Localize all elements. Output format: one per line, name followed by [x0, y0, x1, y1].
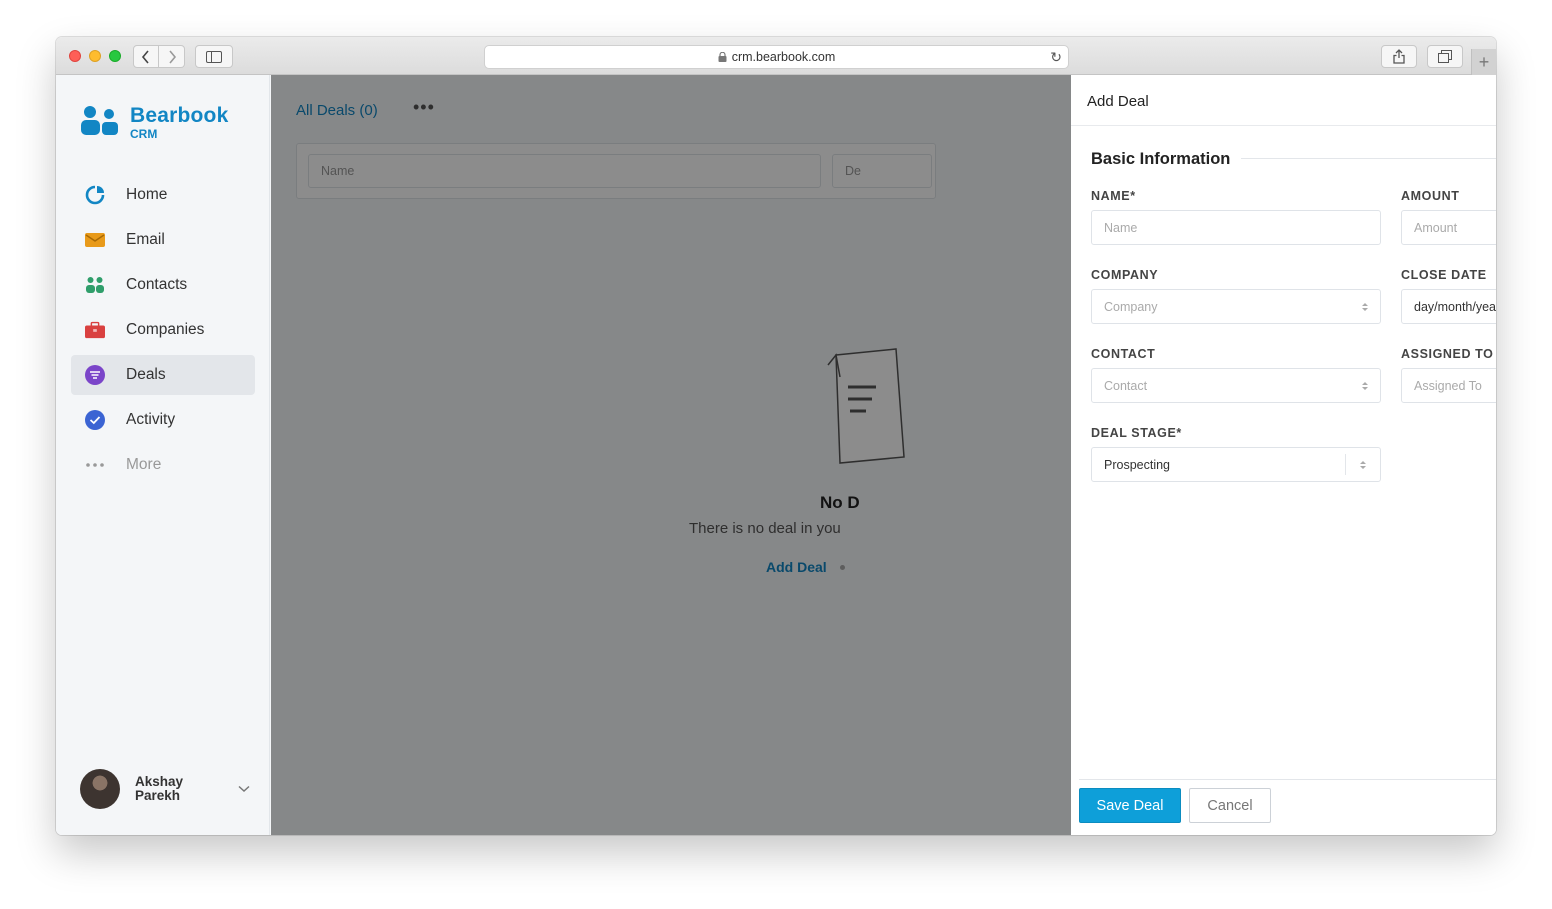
- sidebar-item-contacts[interactable]: Contacts: [71, 265, 255, 305]
- deal-stage-value: Prospecting: [1104, 457, 1171, 472]
- amount-field: AMOUNT Amount: [1401, 189, 1496, 245]
- user-first-name: Akshay: [135, 774, 184, 789]
- section-title: Basic Information: [1091, 150, 1243, 169]
- select-divider: [1345, 454, 1346, 475]
- assigned-to-select[interactable]: Assigned To: [1401, 368, 1496, 403]
- drawer-title: Add Deal: [1087, 93, 1149, 110]
- sidebar-item-activity[interactable]: Activity: [71, 400, 255, 440]
- close-date-label: CLOSE DATE: [1401, 268, 1487, 282]
- envelope-icon: [85, 230, 105, 250]
- sidebar-item-label: Contacts: [126, 276, 188, 293]
- main-area: All Deals (0) ••• Name De No D There is …: [271, 75, 1496, 835]
- contact-field: CONTACT Contact: [1091, 347, 1381, 403]
- pie-chart-icon: [85, 185, 105, 205]
- deal-stage-field: DEAL STAGE* Prospecting: [1091, 426, 1381, 482]
- tab-overview-button[interactable]: [1427, 45, 1463, 68]
- url-text: crm.bearbook.com: [731, 50, 836, 64]
- chevron-left-icon: [141, 49, 149, 64]
- sidebar-icon: [206, 50, 222, 63]
- sidebar-toggle-button[interactable]: [195, 45, 233, 68]
- close-date-field: CLOSE DATE day/month/year: [1401, 268, 1496, 324]
- brand-logo[interactable]: Bearbook CRM: [80, 105, 228, 141]
- close-date-input[interactable]: day/month/year: [1401, 289, 1496, 324]
- user-name: Akshay Parekh: [135, 775, 215, 803]
- address-bar[interactable]: crm.bearbook.com ↻: [484, 45, 1069, 69]
- company-field: COMPANY Company: [1091, 268, 1381, 324]
- cancel-button[interactable]: Cancel: [1189, 788, 1271, 823]
- minimize-window-button[interactable]: [89, 50, 101, 62]
- name-placeholder: Name: [1104, 220, 1138, 235]
- browser-window: crm.bearbook.com ↻ + Bearbook CRM Home E…: [56, 37, 1496, 835]
- back-button[interactable]: [133, 45, 159, 68]
- company-label: COMPANY: [1091, 268, 1159, 282]
- amount-input[interactable]: Amount: [1401, 210, 1496, 245]
- brand-subtitle: CRM: [130, 127, 158, 141]
- sidebar-item-label: Companies: [126, 321, 205, 338]
- maximize-window-button[interactable]: [109, 50, 121, 62]
- name-field: NAME* Name: [1091, 189, 1381, 245]
- contact-label: CONTACT: [1091, 347, 1156, 361]
- user-last-name: Parekh: [135, 788, 181, 803]
- browser-titlebar: crm.bearbook.com ↻ +: [56, 37, 1496, 75]
- amount-label: AMOUNT: [1401, 189, 1460, 203]
- select-arrows-icon: [1362, 303, 1368, 311]
- company-select[interactable]: Company: [1091, 289, 1381, 324]
- close-window-button[interactable]: [69, 50, 81, 62]
- reload-icon[interactable]: ↻: [1050, 49, 1062, 66]
- share-icon: [1393, 49, 1405, 64]
- sidebar-item-label: Deals: [126, 366, 166, 383]
- share-button[interactable]: [1381, 45, 1417, 68]
- chevron-down-icon[interactable]: [238, 782, 250, 796]
- select-arrows-icon: [1362, 382, 1368, 390]
- briefcase-icon: [85, 320, 105, 340]
- modal-backdrop[interactable]: [271, 75, 1071, 835]
- select-arrows-icon: [1360, 461, 1366, 469]
- name-label: NAME*: [1091, 189, 1136, 203]
- sidebar-nav: Home Email Contacts Companies Deals Acti…: [71, 175, 255, 490]
- add-deal-drawer: Add Deal Basic Information NAME* Name AM…: [1071, 75, 1496, 835]
- filter-icon: [85, 365, 105, 385]
- sidebar-item-more[interactable]: More: [71, 445, 255, 485]
- sidebar-item-label: More: [126, 456, 162, 473]
- app-content: Bearbook CRM Home Email Contacts Compani…: [56, 75, 1496, 835]
- bearbook-logo-icon: [81, 106, 118, 135]
- assigned-to-placeholder: Assigned To: [1414, 378, 1482, 393]
- assigned-to-label: ASSIGNED TO: [1401, 347, 1494, 361]
- section-divider: [1241, 158, 1496, 159]
- save-deal-button[interactable]: Save Deal: [1079, 788, 1181, 823]
- sidebar-item-home[interactable]: Home: [71, 175, 255, 215]
- amount-placeholder: Amount: [1414, 220, 1458, 235]
- user-menu[interactable]: Akshay Parekh: [80, 769, 250, 809]
- contact-select[interactable]: Contact: [1091, 368, 1381, 403]
- sidebar-item-email[interactable]: Email: [71, 220, 255, 260]
- drawer-header: Add Deal: [1071, 75, 1496, 126]
- deal-stage-label: DEAL STAGE*: [1091, 426, 1182, 440]
- contact-placeholder: Contact: [1104, 378, 1148, 393]
- lock-icon: [718, 52, 727, 62]
- sidebar-item-label: Home: [126, 186, 168, 203]
- forward-button[interactable]: [159, 45, 185, 68]
- footer-divider: [1079, 779, 1496, 780]
- sidebar-item-deals[interactable]: Deals: [71, 355, 255, 395]
- new-tab-button[interactable]: +: [1471, 49, 1496, 75]
- sidebar-item-label: Email: [126, 231, 165, 248]
- name-input[interactable]: Name: [1091, 210, 1381, 245]
- brand-name: Bearbook: [130, 104, 229, 127]
- sidebar: Bearbook CRM Home Email Contacts Compani…: [56, 75, 270, 835]
- deal-stage-select[interactable]: Prospecting: [1091, 447, 1381, 482]
- sidebar-item-label: Activity: [126, 411, 176, 428]
- people-icon: [85, 275, 105, 295]
- close-date-value: day/month/year: [1414, 299, 1496, 314]
- plus-icon: +: [1478, 51, 1490, 72]
- assigned-to-field: ASSIGNED TO Assigned To: [1401, 347, 1496, 403]
- company-placeholder: Company: [1104, 299, 1158, 314]
- chevron-right-icon: [168, 49, 176, 64]
- tabs-icon: [1438, 50, 1452, 63]
- avatar: [80, 769, 120, 809]
- sidebar-item-companies[interactable]: Companies: [71, 310, 255, 350]
- ellipsis-icon: [85, 455, 105, 475]
- check-circle-icon: [85, 410, 105, 430]
